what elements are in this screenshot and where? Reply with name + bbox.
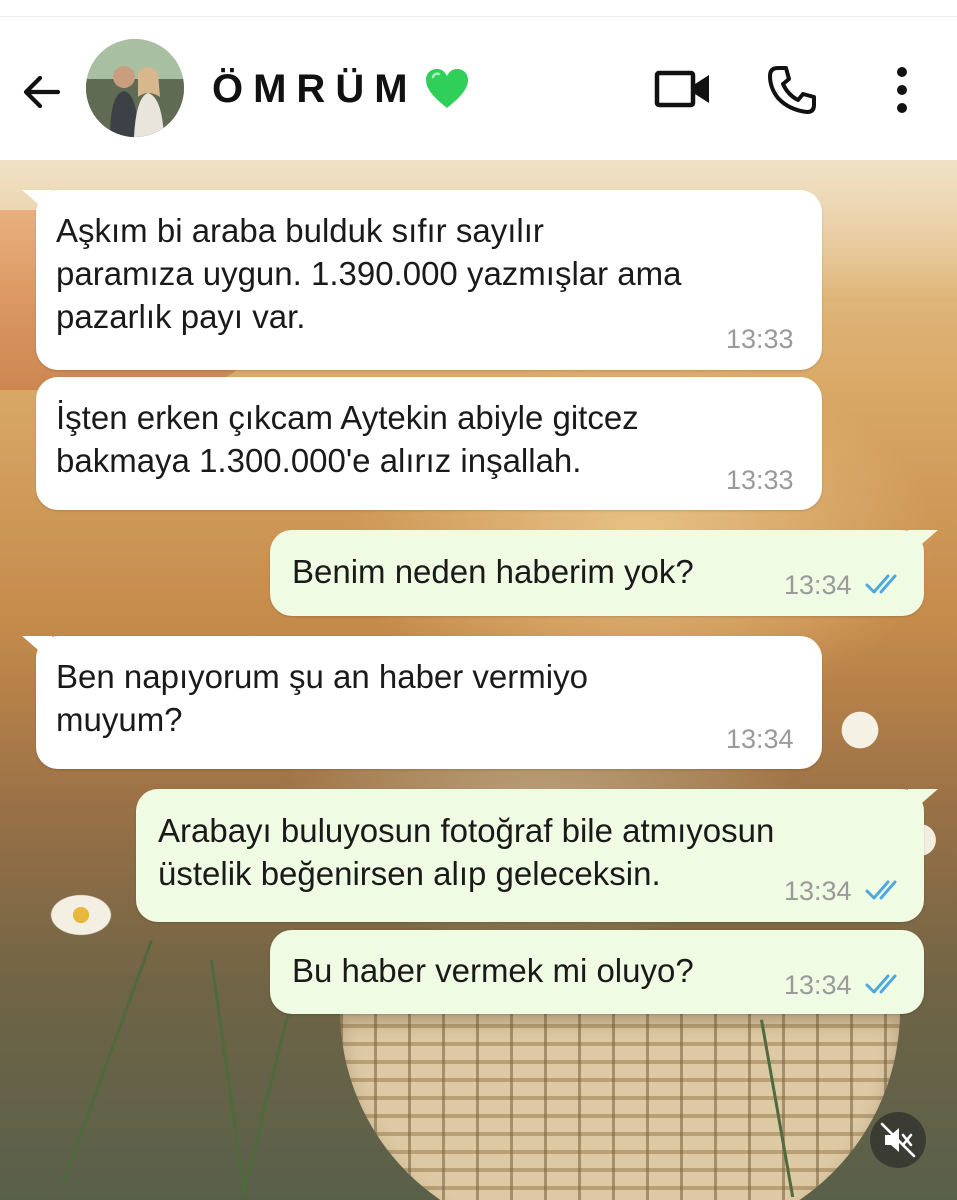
read-ticks-icon <box>865 574 897 594</box>
wallpaper-basket <box>340 1010 900 1200</box>
message-text: Benim neden haberim yok? <box>292 553 694 590</box>
message-time: 13:33 <box>726 324 794 354</box>
message-text: Aşkım bi araba bulduk sıfır sayılır para… <box>56 212 682 335</box>
muted-speaker-icon[interactable] <box>870 1112 926 1168</box>
top-strip <box>0 0 957 17</box>
message-time: 13:33 <box>726 465 794 495</box>
chat-header: ÖMRÜM <box>0 17 957 160</box>
outgoing-message-bubble[interactable]: Benim neden haberim yok? 13:34 <box>270 530 938 616</box>
more-options-icon[interactable] <box>880 62 924 118</box>
incoming-message-bubble[interactable]: Ben napıyorum şu an haber vermiyo muyum?… <box>22 636 822 769</box>
contact-avatar[interactable] <box>86 39 184 137</box>
message-time: 13:34 <box>784 970 852 1000</box>
bubble-tail <box>908 530 938 556</box>
bubble-tail <box>22 636 52 662</box>
message-text: Arabayı buluyosun fotoğraf bile atmıyosu… <box>158 812 775 892</box>
outgoing-message-bubble[interactable]: Bu haber vermek mi oluyo? 13:34 <box>270 930 924 1014</box>
message-text: İşten erken çıkcam Aytekin abiyle gitcez… <box>56 399 639 479</box>
phone-call-icon[interactable] <box>764 62 820 118</box>
back-arrow-icon[interactable] <box>18 67 68 117</box>
wallpaper-daisy <box>36 880 126 950</box>
incoming-message-bubble[interactable]: İşten erken çıkcam Aytekin abiyle gitcez… <box>36 377 822 510</box>
incoming-message-bubble[interactable]: Aşkım bi araba bulduk sıfır sayılır para… <box>22 190 822 370</box>
video-call-icon[interactable] <box>652 65 714 113</box>
wallpaper-stem <box>61 940 153 1186</box>
contact-name[interactable]: ÖMRÜM <box>212 67 418 111</box>
read-ticks-icon <box>865 974 897 994</box>
message-time: 13:34 <box>726 724 794 754</box>
read-ticks-icon <box>865 880 897 900</box>
message-text: Bu haber vermek mi oluyo? <box>292 952 694 989</box>
message-time: 13:34 <box>784 876 852 906</box>
message-time: 13:34 <box>784 570 852 600</box>
green-heart-icon <box>424 68 470 110</box>
message-text: Ben napıyorum şu an haber vermiyo muyum? <box>56 658 588 738</box>
bubble-tail <box>908 789 938 815</box>
bubble-tail <box>22 190 52 216</box>
outgoing-message-bubble[interactable]: Arabayı buluyosun fotoğraf bile atmıyosu… <box>136 789 938 922</box>
